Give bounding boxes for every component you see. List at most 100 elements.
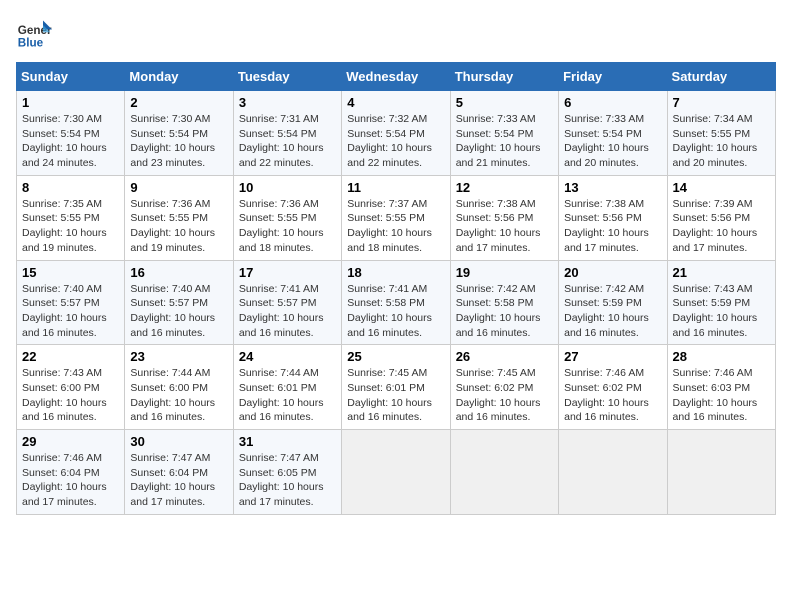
weekday-header: Wednesday (342, 63, 450, 91)
day-info: Sunrise: 7:45 AMSunset: 6:01 PMDaylight:… (347, 366, 444, 425)
day-number: 6 (564, 95, 661, 110)
day-number: 31 (239, 434, 336, 449)
day-info: Sunrise: 7:41 AMSunset: 5:57 PMDaylight:… (239, 282, 336, 341)
weekday-header: Tuesday (233, 63, 341, 91)
calendar-cell: 5 Sunrise: 7:33 AMSunset: 5:54 PMDaylight… (450, 91, 558, 176)
day-number: 5 (456, 95, 553, 110)
calendar-cell (342, 430, 450, 515)
weekday-header: Thursday (450, 63, 558, 91)
calendar-cell: 12 Sunrise: 7:38 AMSunset: 5:56 PMDayligh… (450, 175, 558, 260)
weekday-header: Saturday (667, 63, 775, 91)
day-number: 20 (564, 265, 661, 280)
weekday-header-row: SundayMondayTuesdayWednesdayThursdayFrid… (17, 63, 776, 91)
calendar-cell: 11 Sunrise: 7:37 AMSunset: 5:55 PMDayligh… (342, 175, 450, 260)
calendar-cell: 24Sunrise: 7:44 AMSunset: 6:01 PMDayligh… (233, 345, 341, 430)
day-info: Sunrise: 7:45 AMSunset: 6:02 PMDaylight:… (456, 366, 553, 425)
calendar-cell: 6 Sunrise: 7:33 AMSunset: 5:54 PMDaylight… (559, 91, 667, 176)
day-number: 3 (239, 95, 336, 110)
logo: General Blue (16, 16, 52, 52)
calendar-cell: 20 Sunrise: 7:42 AMSunset: 5:59 PMDayligh… (559, 260, 667, 345)
day-number: 27 (564, 349, 661, 364)
day-number: 16 (130, 265, 227, 280)
day-info: Sunrise: 7:46 AMSunset: 6:04 PMDaylight:… (22, 451, 119, 510)
day-number: 11 (347, 180, 444, 195)
day-info: Sunrise: 7:34 AMSunset: 5:55 PMDaylight:… (673, 112, 770, 171)
calendar-cell: 3 Sunrise: 7:31 AMSunset: 5:54 PMDaylight… (233, 91, 341, 176)
calendar-cell (667, 430, 775, 515)
calendar-cell: 27 Sunrise: 7:46 AMSunset: 6:02 PMDayligh… (559, 345, 667, 430)
day-info: Sunrise: 7:30 AMSunset: 5:54 PMDaylight:… (130, 112, 227, 171)
calendar-cell: 30 Sunrise: 7:47 AMSunset: 6:04 PMDayligh… (125, 430, 233, 515)
day-number: 30 (130, 434, 227, 449)
calendar-cell: 28 Sunrise: 7:46 AMSunset: 6:03 PMDayligh… (667, 345, 775, 430)
day-info: Sunrise: 7:37 AMSunset: 5:55 PMDaylight:… (347, 197, 444, 256)
calendar-cell: 1Sunrise: 7:30 AMSunset: 5:54 PMDaylight… (17, 91, 125, 176)
day-number: 17 (239, 265, 336, 280)
calendar-cell: 25 Sunrise: 7:45 AMSunset: 6:01 PMDayligh… (342, 345, 450, 430)
calendar-week-row: 1 Sunrise: 7:30 AMSunset: 5:54 PMDaylight… (17, 91, 776, 176)
logo-icon: General Blue (16, 16, 52, 52)
calendar-cell: 22Sunrise: 7:43 AMSunset: 6:00 PMDayligh… (17, 345, 125, 430)
day-info: Sunrise: 7:40 AMSunset: 5:57 PMDaylight:… (22, 282, 119, 341)
day-number: 15 (22, 265, 119, 280)
day-number: 28 (673, 349, 770, 364)
day-info: Sunrise: 7:44 AMSunset: 6:00 PMDaylight:… (130, 366, 227, 425)
day-number: 1 (22, 95, 119, 110)
day-number: 25 (347, 349, 444, 364)
day-info: Sunrise: 7:39 AMSunset: 5:56 PMDaylight:… (673, 197, 770, 256)
day-number: 26 (456, 349, 553, 364)
header: General Blue (16, 16, 776, 52)
day-number: 13 (564, 180, 661, 195)
calendar-cell: 23 Sunrise: 7:44 AMSunset: 6:00 PMDayligh… (125, 345, 233, 430)
calendar-cell: 31 Sunrise: 7:47 AMSunset: 6:05 PMDayligh… (233, 430, 341, 515)
calendar-cell: 4 Sunrise: 7:32 AMSunset: 5:54 PMDaylight… (342, 91, 450, 176)
day-info: Sunrise: 7:42 AMSunset: 5:58 PMDaylight:… (456, 282, 553, 341)
day-info: Sunrise: 7:46 AMSunset: 6:03 PMDaylight:… (673, 366, 770, 425)
day-info: Sunrise: 7:46 AMSunset: 6:02 PMDaylight:… (564, 366, 661, 425)
weekday-header: Friday (559, 63, 667, 91)
day-info: Sunrise: 7:47 AMSunset: 6:04 PMDaylight:… (130, 451, 227, 510)
day-number: 12 (456, 180, 553, 195)
day-number: 22 (22, 349, 119, 364)
calendar-cell: 2 Sunrise: 7:30 AMSunset: 5:54 PMDaylight… (125, 91, 233, 176)
day-info: Sunrise: 7:44 AMSunset: 6:01 PMDaylight:… (239, 366, 336, 425)
calendar-cell: 21Sunrise: 7:43 AMSunset: 5:59 PMDayligh… (667, 260, 775, 345)
day-info: Sunrise: 7:32 AMSunset: 5:54 PMDaylight:… (347, 112, 444, 171)
day-number: 10 (239, 180, 336, 195)
day-number: 14 (673, 180, 770, 195)
calendar-cell (559, 430, 667, 515)
calendar-cell: 26 Sunrise: 7:45 AMSunset: 6:02 PMDayligh… (450, 345, 558, 430)
day-number: 29 (22, 434, 119, 449)
weekday-header: Monday (125, 63, 233, 91)
day-info: Sunrise: 7:38 AMSunset: 5:56 PMDaylight:… (456, 197, 553, 256)
calendar-cell: 15 Sunrise: 7:40 AMSunset: 5:57 PMDayligh… (17, 260, 125, 345)
day-info: Sunrise: 7:38 AMSunset: 5:56 PMDaylight:… (564, 197, 661, 256)
calendar-cell: 8 Sunrise: 7:35 AMSunset: 5:55 PMDaylight… (17, 175, 125, 260)
day-info: Sunrise: 7:33 AMSunset: 5:54 PMDaylight:… (564, 112, 661, 171)
day-number: 2 (130, 95, 227, 110)
day-number: 19 (456, 265, 553, 280)
day-number: 23 (130, 349, 227, 364)
calendar-cell: 9 Sunrise: 7:36 AMSunset: 5:55 PMDaylight… (125, 175, 233, 260)
calendar-week-row: 8 Sunrise: 7:35 AMSunset: 5:55 PMDaylight… (17, 175, 776, 260)
day-info: Sunrise: 7:43 AMSunset: 5:59 PMDaylight:… (673, 282, 770, 341)
day-number: 4 (347, 95, 444, 110)
day-info: Sunrise: 7:47 AMSunset: 6:05 PMDaylight:… (239, 451, 336, 510)
day-number: 7 (673, 95, 770, 110)
day-info: Sunrise: 7:33 AMSunset: 5:54 PMDaylight:… (456, 112, 553, 171)
day-number: 9 (130, 180, 227, 195)
day-info: Sunrise: 7:36 AMSunset: 5:55 PMDaylight:… (130, 197, 227, 256)
calendar-week-row: 29 Sunrise: 7:46 AMSunset: 6:04 PMDayligh… (17, 430, 776, 515)
day-info: Sunrise: 7:41 AMSunset: 5:58 PMDaylight:… (347, 282, 444, 341)
calendar-cell: 17 Sunrise: 7:41 AMSunset: 5:57 PMDayligh… (233, 260, 341, 345)
day-info: Sunrise: 7:35 AMSunset: 5:55 PMDaylight:… (22, 197, 119, 256)
day-info: Sunrise: 7:42 AMSunset: 5:59 PMDaylight:… (564, 282, 661, 341)
calendar-cell: 19 Sunrise: 7:42 AMSunset: 5:58 PMDayligh… (450, 260, 558, 345)
weekday-header: Sunday (17, 63, 125, 91)
svg-text:Blue: Blue (18, 37, 44, 50)
day-info: Sunrise: 7:31 AMSunset: 5:54 PMDaylight:… (239, 112, 336, 171)
calendar-cell: 29 Sunrise: 7:46 AMSunset: 6:04 PMDayligh… (17, 430, 125, 515)
calendar-cell: 7 Sunrise: 7:34 AMSunset: 5:55 PMDaylight… (667, 91, 775, 176)
day-number: 18 (347, 265, 444, 280)
day-number: 8 (22, 180, 119, 195)
